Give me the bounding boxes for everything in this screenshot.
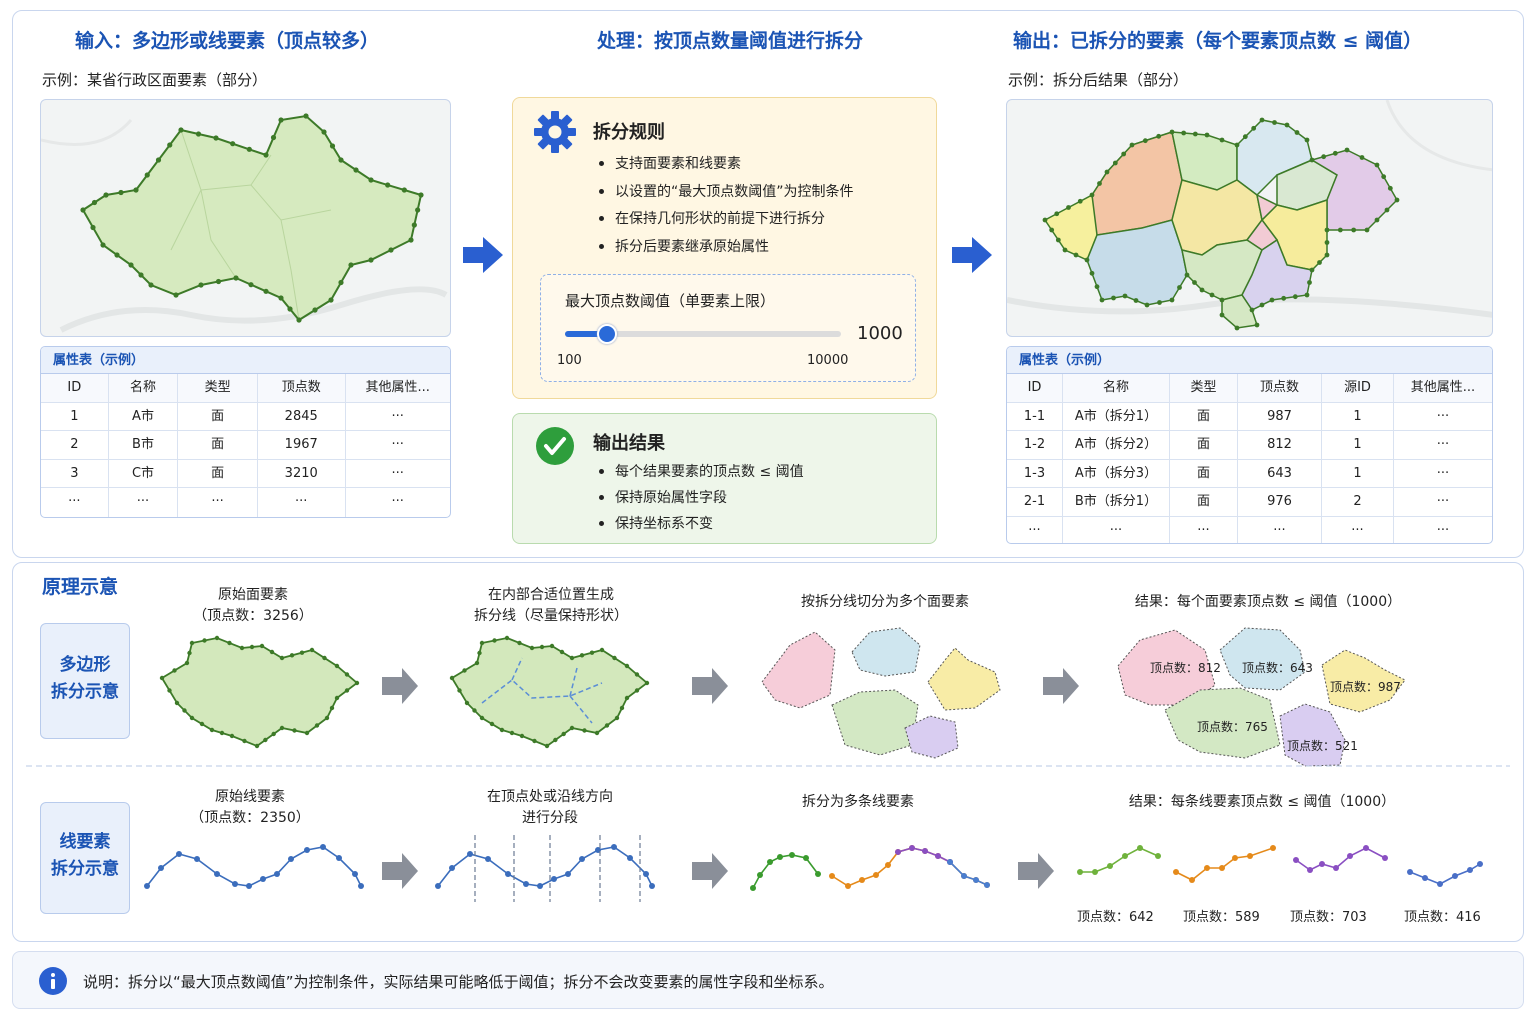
piece-label: 顶点数：521 (1287, 739, 1358, 753)
piece-label: 顶点数：812 (1150, 661, 1221, 675)
info-icon (39, 967, 67, 995)
note-text: 说明：拆分以“最大顶点数阈值”为控制条件，实际结果可能略低于阈值；拆分不会改变要… (83, 973, 834, 991)
segment-label: 顶点数：589 (1183, 910, 1260, 925)
step-arrows-line (382, 853, 1054, 889)
note-bar: 说明：拆分以“最大顶点数阈值”为控制条件，实际结果可能略低于阈值；拆分不会改变要… (12, 951, 1524, 1009)
line-step-1-label: 原始线要素 （顶点数：2350） (190, 789, 310, 826)
segment-label: 顶点数：703 (1290, 910, 1367, 925)
line-step-4-label: 结果：每条线要素顶点数 ≤ 阈值（1000） (1128, 794, 1396, 810)
segment-label: 顶点数：642 (1077, 910, 1154, 925)
polygon-demo-graphics (26, 627, 1510, 902)
piece-label: 顶点数：765 (1197, 720, 1268, 734)
piece-label: 顶点数：987 (1330, 680, 1401, 694)
line-step-3-label: 拆分为多条线要素 (802, 794, 914, 810)
segment-label: 顶点数：416 (1404, 910, 1481, 925)
piece-label: 顶点数：643 (1242, 661, 1313, 675)
line-step-2-label: 在顶点处或沿线方向 进行分段 (487, 789, 613, 826)
